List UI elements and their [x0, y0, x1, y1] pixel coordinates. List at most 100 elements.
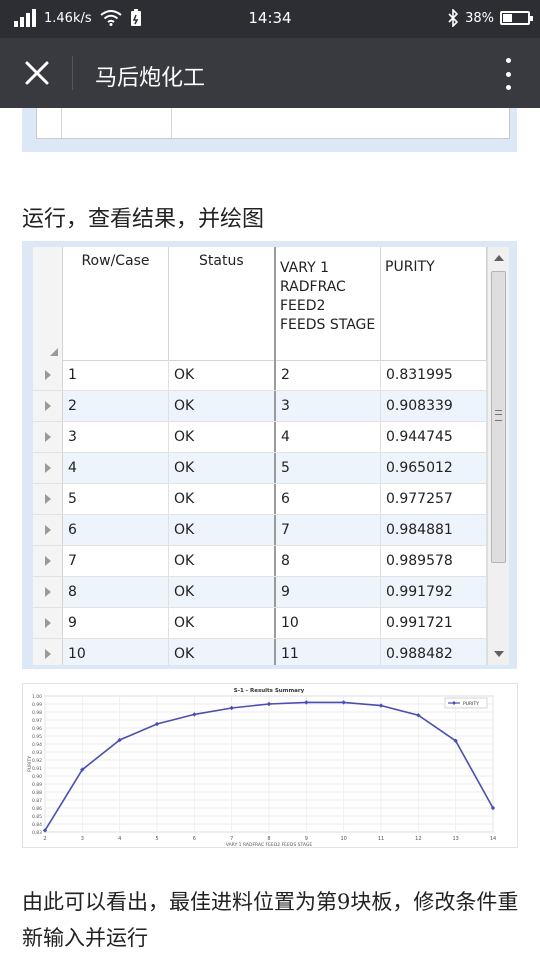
table-row[interactable]: 8 OK 9 0.991792 — [33, 577, 487, 608]
battery-percent: 38% — [465, 10, 494, 26]
table-row[interactable]: 5 OK 6 0.977257 — [33, 484, 487, 515]
cell-case: 10 — [63, 639, 169, 665]
scroll-thumb[interactable] — [491, 271, 506, 563]
page-title: 马后炮化工 — [95, 66, 206, 91]
cell-purity: 0.991792 — [381, 577, 487, 607]
table-row[interactable]: 2 OK 3 0.908339 — [33, 391, 487, 422]
y-tick-label: 0.84 — [32, 822, 42, 828]
y-tick-label: 0.86 — [32, 806, 42, 812]
results-table-screenshot: Row/Case Status VARY 1 RADFRAC FEED2 FEE… — [22, 241, 517, 669]
cell-stage: 7 — [276, 515, 381, 545]
x-tick-label: 4 — [118, 836, 121, 842]
cell-status: OK — [169, 577, 276, 607]
row-arrow-icon — [45, 432, 51, 442]
x-tick-label: 6 — [193, 836, 196, 842]
row-header[interactable] — [33, 639, 63, 665]
battery-icon — [500, 11, 533, 25]
row-header[interactable] — [33, 422, 63, 452]
cell-case: 9 — [63, 608, 169, 638]
cell-status: OK — [169, 422, 276, 452]
cell-stage: 2 — [276, 360, 381, 390]
x-tick-label: 2 — [43, 836, 46, 842]
cell-stage: 3 — [276, 391, 381, 421]
close-icon[interactable] — [22, 58, 52, 88]
chart-title: S-1 - Results Summary — [234, 688, 305, 694]
caption-run: 运行，查看结果，并绘图 — [22, 207, 265, 232]
cell-stage: 6 — [276, 484, 381, 514]
cell-case: 1 — [63, 360, 169, 390]
cell-purity: 0.908339 — [381, 391, 487, 421]
row-header[interactable] — [33, 391, 63, 421]
row-header[interactable] — [33, 453, 63, 483]
row-header[interactable] — [33, 546, 63, 576]
table-row[interactable]: 1 OK 2 0.831995 — [33, 360, 487, 391]
x-tick-label: 14 — [490, 836, 496, 842]
cell-purity: 0.831995 — [381, 360, 487, 390]
row-arrow-icon — [45, 463, 51, 473]
header-row-case: Row/Case — [63, 247, 169, 360]
table-row[interactable]: 10 OK 11 0.988482 — [33, 639, 487, 665]
row-header[interactable] — [33, 515, 63, 545]
row-arrow-icon — [45, 587, 51, 597]
cell-status: OK — [169, 639, 276, 665]
y-tick-label: 0.93 — [32, 750, 42, 756]
x-tick-label: 7 — [230, 836, 233, 842]
row-header[interactable] — [33, 484, 63, 514]
cell-stage: 4 — [276, 422, 381, 452]
x-tick-label: 3 — [81, 836, 84, 842]
row-arrow-icon — [45, 618, 51, 628]
cell-status: OK — [169, 391, 276, 421]
table-body: 1 OK 2 0.831995 2 OK 3 0.908339 3 OK 4 0.944745 4 OK 5… — [33, 360, 487, 665]
scroll-up-icon[interactable] — [494, 255, 504, 261]
x-tick-label: 5 — [155, 836, 158, 842]
y-tick-label: 0.92 — [32, 758, 42, 764]
table-row[interactable]: 4 OK 5 0.965012 — [33, 453, 487, 484]
y-tick-label: 0.89 — [32, 782, 42, 788]
cell-purity: 0.977257 — [381, 484, 487, 514]
y-tick-label: 0.96 — [32, 726, 42, 732]
y-tick-label: 0.90 — [32, 774, 42, 780]
cell-stage: 9 — [276, 577, 381, 607]
results-summary-chart: 0.83 0.84 0.85 0.86 0.87 0.88 0.89 0.90 0.91 0.92… — [22, 683, 518, 848]
y-tick-label: 0.85 — [32, 814, 42, 820]
row-arrow-icon — [45, 649, 51, 659]
cell-stage: 10 — [276, 608, 381, 638]
table-row[interactable]: 7 OK 8 0.989578 — [33, 546, 487, 577]
y-tick-label: 0.97 — [32, 718, 42, 724]
cell-stage: 5 — [276, 453, 381, 483]
legend-label: PURITY — [463, 701, 479, 707]
row-header[interactable] — [33, 608, 63, 638]
more-options-icon[interactable] — [504, 58, 512, 90]
table-row[interactable]: 6 OK 7 0.984881 — [33, 515, 487, 546]
y-tick-label: 0.83 — [32, 830, 42, 836]
vertical-scrollbar[interactable] — [487, 247, 509, 665]
cell-status: OK — [169, 546, 276, 576]
line-chart: 0.83 0.84 0.85 0.86 0.87 0.88 0.89 0.90 0.91 0.92… — [27, 688, 496, 847]
cell-case: 3 — [63, 422, 169, 452]
cell-case: 5 — [63, 484, 169, 514]
row-header[interactable] — [33, 360, 63, 390]
table-row[interactable]: 9 OK 10 0.991721 — [33, 608, 487, 639]
x-tick-label: 13 — [452, 836, 458, 842]
header-purity: PURITY — [381, 247, 487, 360]
y-tick-label: 0.87 — [32, 798, 42, 804]
cell-purity: 0.984881 — [381, 515, 487, 545]
x-axis-label: VARY 1 RADFRAC FEED2 FEEDS STAGE — [226, 842, 313, 847]
cell-purity: 0.944745 — [381, 422, 487, 452]
select-all-corner[interactable] — [33, 247, 63, 360]
y-tick-label: 0.95 — [32, 734, 42, 740]
status-bar: 1.46k/s 14:34 38% — [0, 0, 540, 38]
y-axis-label: PURITY — [27, 756, 33, 772]
row-header[interactable] — [33, 577, 63, 607]
cell-status: OK — [169, 484, 276, 514]
caption-conclusion: 由此可以看出，最佳进料位置为第9块板，修改条件重新输入并运行 — [22, 890, 519, 950]
cell-status: OK — [169, 515, 276, 545]
cell-status: OK — [169, 608, 276, 638]
table-row[interactable]: 3 OK 4 0.944745 — [33, 422, 487, 453]
x-tick-label: 11 — [378, 836, 384, 842]
scroll-down-icon[interactable] — [494, 651, 504, 657]
app-bar: 马后炮化工 — [0, 38, 540, 108]
x-tick-label: 9 — [305, 836, 308, 842]
cell-case: 4 — [63, 453, 169, 483]
cell-status: OK — [169, 360, 276, 390]
